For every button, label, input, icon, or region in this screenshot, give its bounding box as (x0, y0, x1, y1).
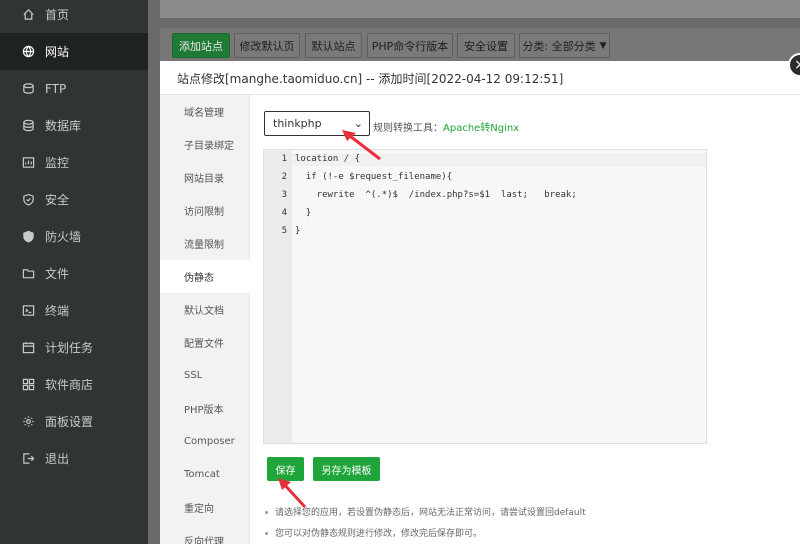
home-icon (21, 8, 35, 22)
close-button[interactable]: × (788, 53, 800, 77)
sidebar-item-label: 退出 (45, 452, 70, 466)
sidebar-item-label: 安全 (45, 193, 70, 207)
firewall-icon (21, 230, 35, 244)
tab-traffic-limit[interactable]: 流量限制 (160, 227, 250, 260)
annotation-arrow-save (278, 478, 307, 509)
save-as-template-button[interactable]: 另存为模板 (313, 457, 380, 481)
sidebar-item-label: 计划任务 (45, 341, 94, 355)
security-settings-button[interactable]: 安全设置 (457, 33, 515, 58)
category-select[interactable]: 分类: 全部分类 ▼ (519, 33, 610, 58)
sidebar-item-label: 防火墙 (45, 230, 82, 244)
bullet (265, 511, 268, 514)
site-edit-dialog: 站点修改[manghe.taomiduo.cn] -- 添加时间[2022-04… (160, 53, 800, 544)
sidebar-item-security[interactable]: 安全 (0, 181, 148, 218)
sidebar-item-label: 面板设置 (45, 415, 94, 429)
sidebar-item-ftp[interactable]: FTP (0, 70, 148, 107)
annotation-arrow-select (342, 130, 381, 161)
rewrite-template-value: thinkphp (273, 117, 322, 130)
rule-tool: 规则转换工具：Apache转Nginx (373, 119, 519, 134)
tab-reverse-proxy[interactable]: 反向代理 (160, 524, 250, 544)
line-number: 3 (281, 190, 287, 200)
sidebar-item-firewall[interactable]: 防火墙 (0, 218, 148, 255)
dialog-tabs: 域名管理 子目录绑定 网站目录 访问限制 流量限制 伪静态 默认文档 配置文件 … (160, 95, 251, 544)
sidebar-item-panel-settings[interactable]: 面板设置 (0, 403, 148, 440)
tab-access-limit[interactable]: 访问限制 (160, 194, 250, 227)
sidebar: 首页 网站 FTP 数据库 监控 安全 防火墙 文件 终端 计划任务 软件商店 (0, 0, 148, 544)
code-line: } (295, 208, 312, 218)
sidebar-item-home[interactable]: 首页 (0, 0, 148, 33)
grid-icon (21, 378, 35, 392)
divider (160, 94, 800, 95)
monitor-icon (21, 156, 35, 170)
sidebar-item-cron[interactable]: 计划任务 (0, 329, 148, 366)
modify-default-page-button[interactable]: 修改默认页 (234, 33, 300, 58)
bullet (265, 532, 268, 535)
apache-to-nginx-link[interactable]: Apache转Nginx (443, 123, 519, 134)
tab-site-dir[interactable]: 网站目录 (160, 161, 250, 194)
rewrite-code-editor[interactable]: 1 2 3 4 5 location / { if (!-e $request_… (263, 149, 707, 444)
line-number: 5 (281, 226, 287, 236)
sidebar-item-label: 网站 (45, 45, 70, 59)
code-line: if (!-e $request_filename){ (295, 172, 453, 182)
line-number: 1 (281, 154, 287, 164)
tab-domain[interactable]: 域名管理 (160, 95, 250, 128)
dialog-title: 站点修改[manghe.taomiduo.cn] -- 添加时间[2022-04… (177, 72, 564, 86)
tab-redirect[interactable]: 重定向 (160, 491, 250, 524)
line-gutter: 1 2 3 4 5 (264, 150, 292, 443)
hint-item: 您可以对伪静态规则进行修改，修改完后保存即可。 (265, 526, 482, 539)
sidebar-item-app-store[interactable]: 软件商店 (0, 366, 148, 403)
sidebar-item-website[interactable]: 网站 (0, 33, 148, 70)
line-number: 2 (281, 172, 287, 182)
php-cli-version-button[interactable]: PHP命令行版本 (367, 33, 453, 58)
tab-config-file[interactable]: 配置文件 (160, 326, 250, 359)
sidebar-item-terminal[interactable]: 终端 (0, 292, 148, 329)
sidebar-item-label: FTP (45, 81, 67, 96)
ftp-icon (21, 82, 35, 96)
sidebar-item-label: 软件商店 (45, 378, 94, 392)
tab-rewrite[interactable]: 伪静态 (160, 260, 251, 293)
top-strip (160, 0, 800, 18)
globe-icon (21, 45, 35, 59)
sidebar-item-monitor[interactable]: 监控 (0, 144, 148, 181)
sidebar-item-logout[interactable]: 退出 (0, 440, 148, 477)
sidebar-item-database[interactable]: 数据库 (0, 107, 148, 144)
folder-icon (21, 267, 35, 281)
category-select-label: 分类: 全部分类 (522, 39, 596, 53)
tab-tomcat[interactable]: Tomcat (160, 458, 250, 491)
gear-icon (21, 415, 35, 429)
line-number: 4 (281, 208, 287, 218)
sidebar-item-label: 文件 (45, 267, 70, 281)
terminal-icon (21, 304, 35, 318)
code-line: rewrite ^(.*)$ /index.php?s=$1 last; bre… (295, 190, 577, 200)
database-icon (21, 119, 35, 133)
caret-down-icon: ▼ (599, 40, 607, 51)
hint-text: 请选择您的应用，若设置伪静态后，网站无法正常访问，请尝试设置回default (275, 508, 586, 518)
tab-composer[interactable]: Composer (160, 425, 250, 458)
default-site-button[interactable]: 默认站点 (305, 33, 362, 58)
tab-subdir-binding[interactable]: 子目录绑定 (160, 128, 250, 161)
sidebar-item-files[interactable]: 文件 (0, 255, 148, 292)
hint-text: 您可以对伪静态规则进行修改，修改完后保存即可。 (275, 529, 483, 539)
logout-icon (21, 452, 35, 466)
tab-default-doc[interactable]: 默认文档 (160, 293, 250, 326)
sidebar-item-label: 监控 (45, 156, 70, 170)
code-line: } (295, 226, 301, 236)
add-site-button[interactable]: 添加站点 (172, 33, 230, 58)
tab-ssl[interactable]: SSL (160, 359, 250, 392)
tab-php-version[interactable]: PHP版本 (160, 392, 250, 425)
calendar-icon (21, 341, 35, 355)
shield-icon (21, 193, 35, 207)
sidebar-item-label: 首页 (45, 8, 70, 22)
sidebar-item-label: 终端 (45, 304, 70, 318)
sidebar-item-label: 数据库 (45, 119, 82, 133)
